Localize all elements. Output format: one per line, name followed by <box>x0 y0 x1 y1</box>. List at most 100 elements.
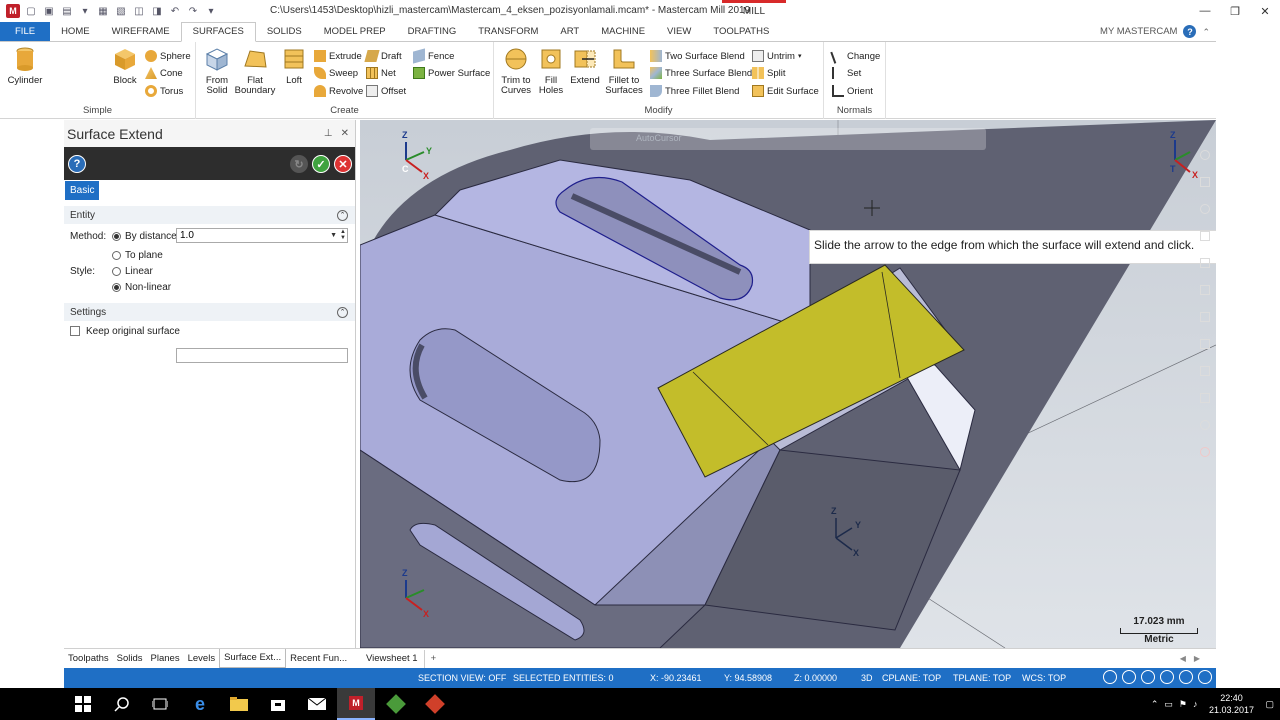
tab-basic[interactable]: Basic <box>65 181 100 200</box>
distance-spinner-icon[interactable]: ▲ ▼ <box>340 229 346 241</box>
panel-close-icon[interactable]: ✕ <box>341 128 349 139</box>
set-normal-button[interactable]: Set <box>832 66 861 80</box>
three-surface-blend-button[interactable]: Three Surface Blend <box>650 66 752 80</box>
customize-icon[interactable]: ▾ <box>204 4 218 18</box>
redo-icon[interactable]: ↷ <box>186 4 200 18</box>
screen-icon[interactable]: ◨ <box>150 4 164 18</box>
view-tool-icon[interactable] <box>1200 258 1210 268</box>
view-tool-icon[interactable] <box>1200 393 1210 403</box>
fence-button[interactable]: Fence <box>413 48 454 64</box>
globe-grid-icon[interactable] <box>1122 670 1136 684</box>
wcs-status[interactable]: WCS: TOP <box>1022 673 1066 683</box>
power-surface-button[interactable]: Power Surface <box>413 66 490 80</box>
change-normal-button[interactable]: Change <box>830 48 880 64</box>
wireframe-sphere-icon[interactable] <box>1141 670 1155 684</box>
cone-button[interactable]: Cone <box>145 66 183 80</box>
dropdown-icon[interactable]: ▾ <box>78 4 92 18</box>
volume-icon[interactable]: ♪ <box>1193 699 1198 709</box>
minimize-icon[interactable]: — <box>1190 0 1220 22</box>
help-icon[interactable]: ? <box>1183 25 1197 38</box>
viewsheet-tab[interactable]: Viewsheet 1 <box>360 649 425 668</box>
distance-dropdown-icon[interactable]: ▼ <box>330 229 337 242</box>
edit-surface-button[interactable]: Edit Surface <box>752 84 819 98</box>
view-tool-icon[interactable] <box>1200 231 1210 241</box>
view-tool-icon[interactable] <box>1200 150 1210 160</box>
untrim-button[interactable]: Untrim ▾ <box>752 49 802 63</box>
collapse-ribbon-icon[interactable]: ⌃ <box>1196 22 1216 42</box>
autocursor-toolbar[interactable]: AutoCursor <box>590 128 986 150</box>
notifications-icon[interactable]: ▢ <box>1265 699 1274 710</box>
manager-tab-recent-functions[interactable]: Recent Fun... <box>286 650 351 668</box>
pin-icon[interactable]: ⊥ <box>324 128 333 139</box>
draft-button[interactable]: Draft <box>364 49 402 63</box>
print-icon[interactable]: ▦ <box>96 4 110 18</box>
manager-tab-toolpaths[interactable]: Toolpaths <box>64 650 113 668</box>
cylinder-button[interactable]: Cylinder <box>6 46 44 86</box>
cancel-icon[interactable]: ✕ <box>334 155 352 173</box>
undo-icon[interactable]: ↶ <box>168 4 182 18</box>
extend-button[interactable]: Extend <box>568 46 602 86</box>
task-view-icon[interactable] <box>141 688 179 720</box>
mastercam-logo-icon[interactable]: M <box>6 4 20 18</box>
manager-tab-planes[interactable]: Planes <box>147 650 184 668</box>
offset-button[interactable]: Offset <box>366 84 406 98</box>
keep-original-checkbox[interactable] <box>70 326 80 336</box>
globe-icon[interactable] <box>1103 670 1117 684</box>
split-button[interactable]: Split <box>752 66 785 80</box>
non-linear-radio[interactable] <box>112 282 121 292</box>
distance-input-box[interactable]: ▼ ▲▼ <box>176 228 348 243</box>
open-folder-icon[interactable]: ▤ <box>60 4 74 18</box>
panel-help-icon[interactable]: ? <box>68 155 86 173</box>
graphics-viewport[interactable]: Z Y X C Z X Z X T Z Y X AutoCursor Slide… <box>360 120 1216 648</box>
collapse-settings-icon[interactable]: ⌃ <box>337 306 348 318</box>
to-plane-radio[interactable] <box>112 250 121 260</box>
section-view-status[interactable]: SECTION VIEW: OFF <box>418 673 506 683</box>
print-preview-icon[interactable]: ▧ <box>114 4 128 18</box>
search-icon[interactable] <box>103 688 141 720</box>
shaded-sphere-icon[interactable] <box>1160 670 1174 684</box>
trim-to-curves-button[interactable]: Trim to Curves <box>498 46 534 96</box>
new-file-icon[interactable]: ▢ <box>24 4 38 18</box>
flag-icon[interactable]: ⚑ <box>1179 699 1187 710</box>
view-tool-icon[interactable] <box>1200 177 1210 187</box>
manager-tab-surface-extend[interactable]: Surface Ext... <box>219 649 287 668</box>
manager-tab-levels[interactable]: Levels <box>184 650 219 668</box>
extrude-button[interactable]: Extrude <box>314 49 362 63</box>
cplane-status[interactable]: CPLANE: TOP <box>882 673 941 683</box>
view-tool-icon[interactable] <box>1200 312 1210 322</box>
two-surface-blend-button[interactable]: Two Surface Blend <box>650 49 745 63</box>
add-viewsheet-button[interactable]: + <box>425 653 443 664</box>
viewsheet-nav-icon[interactable]: ◀▶ <box>1180 654 1216 663</box>
ok-icon[interactable]: ✓ <box>312 155 330 173</box>
restore-icon[interactable]: ❐ <box>1220 0 1250 22</box>
tplane-status[interactable]: TPLANE: TOP <box>953 673 1011 683</box>
view-tool-icon[interactable] <box>1200 420 1210 430</box>
tab-view[interactable]: VIEW <box>656 22 702 42</box>
net-button[interactable]: Net <box>366 66 396 80</box>
translucent-sphere-icon[interactable] <box>1179 670 1193 684</box>
store-icon[interactable] <box>259 688 297 720</box>
loft-button[interactable]: Loft <box>280 46 308 86</box>
measure-icon[interactable]: ◫ <box>132 4 146 18</box>
z-coordinate[interactable]: Z: 0.00000 <box>794 673 837 683</box>
block-button[interactable]: Block <box>108 46 142 86</box>
windows-start-icon[interactable] <box>64 688 102 720</box>
app-taskbar-icon-1[interactable] <box>377 688 415 720</box>
collapse-entity-icon[interactable]: ⌃ <box>337 209 348 221</box>
sphere-button[interactable]: Sphere <box>145 49 191 63</box>
ok-and-create-new-icon[interactable]: ↻ <box>290 155 308 173</box>
clock[interactable]: 22:40 21.03.2017 <box>1203 692 1259 716</box>
from-solid-button[interactable]: From Solid <box>202 46 232 96</box>
three-fillet-blend-button[interactable]: Three Fillet Blend <box>650 84 739 98</box>
distance-input[interactable] <box>180 230 320 241</box>
tab-home[interactable]: HOME <box>50 22 101 42</box>
tab-file[interactable]: FILE <box>0 22 51 42</box>
edge-browser-icon[interactable]: e <box>181 688 219 720</box>
fillet-to-surfaces-button[interactable]: Fillet to Surfaces <box>602 46 646 96</box>
mail-icon[interactable] <box>298 688 336 720</box>
sweep-button[interactable]: Sweep <box>314 66 358 80</box>
view-tool-icon[interactable] <box>1200 204 1210 214</box>
torus-button[interactable]: Torus <box>145 84 183 98</box>
view-tool-icon[interactable] <box>1200 285 1210 295</box>
linear-radio[interactable] <box>112 266 121 276</box>
